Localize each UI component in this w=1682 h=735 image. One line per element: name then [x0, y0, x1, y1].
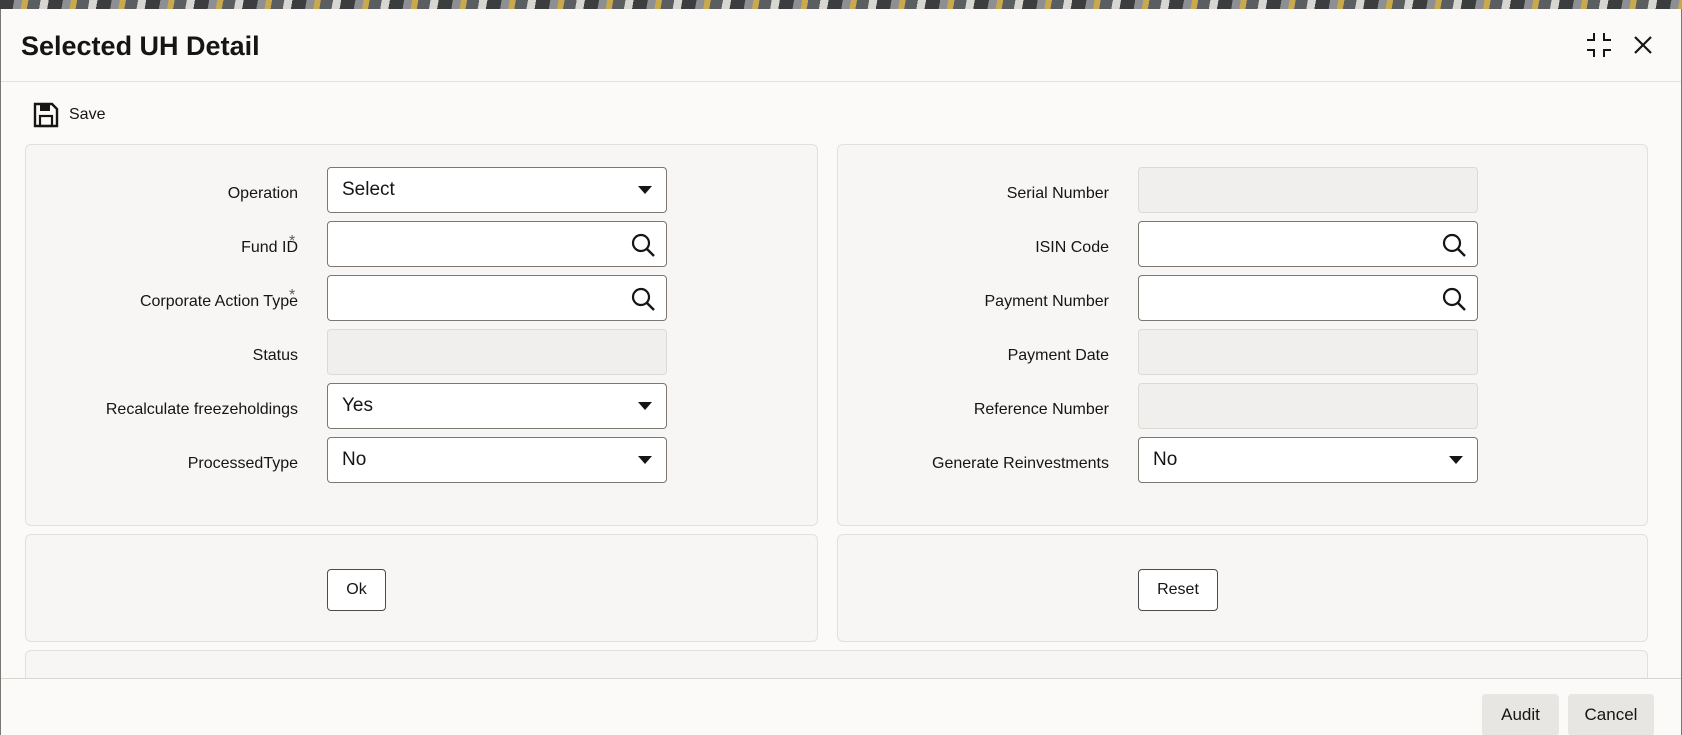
processed-type-label: ProcessedType	[187, 455, 298, 472]
serial-number-field	[1138, 167, 1478, 213]
search-icon[interactable]	[630, 286, 656, 312]
floppy-disk-icon	[33, 102, 59, 128]
payment-date-field	[1138, 329, 1478, 375]
corporate-action-type-input[interactable]	[327, 275, 667, 321]
close-button[interactable]	[1625, 27, 1661, 63]
operation-select[interactable]: Select	[327, 167, 667, 213]
restore-window-icon	[1587, 33, 1611, 57]
operation-label: Operation	[227, 185, 298, 202]
left-form-panel: Operation Select Fund ID * Corporate Act…	[25, 144, 818, 526]
status-label: Status	[252, 347, 298, 364]
processed-type-value: No	[342, 449, 367, 470]
right-form-panel: Serial Number ISIN Code Payment Number P…	[837, 144, 1648, 526]
isin-code-input[interactable]	[1138, 221, 1478, 267]
page-title: Selected UH Detail	[21, 31, 260, 61]
close-icon	[1634, 36, 1652, 54]
serial-number-label: Serial Number	[1006, 185, 1109, 202]
required-marker: *	[289, 287, 296, 304]
caret-down-icon	[1449, 456, 1463, 464]
save-button[interactable]: Save	[33, 100, 105, 130]
required-marker: *	[289, 233, 296, 250]
corporate-action-type-label: Corporate Action Type	[139, 293, 298, 310]
recalculate-freezeholdings-select[interactable]: Yes	[327, 383, 667, 429]
fund-id-input[interactable]	[327, 221, 667, 267]
operation-value: Select	[342, 179, 395, 200]
dialog-footer: Audit Cancel	[1, 678, 1681, 735]
save-label: Save	[69, 106, 106, 123]
recalculate-freezeholdings-label: Recalculate freezeholdings	[105, 401, 298, 418]
dialog-window: Selected UH Detail Save Operation Select…	[0, 9, 1682, 735]
payment-date-label: Payment Date	[1007, 347, 1109, 364]
search-icon[interactable]	[1441, 286, 1467, 312]
reference-number-label: Reference Number	[973, 401, 1109, 418]
caret-down-icon	[638, 186, 652, 194]
isin-code-label: ISIN Code	[1035, 239, 1109, 256]
processed-type-select[interactable]: No	[327, 437, 667, 483]
caret-down-icon	[638, 402, 652, 410]
maximize-button[interactable]	[1581, 27, 1617, 63]
left-action-panel: Ok	[25, 534, 818, 642]
generate-reinvestments-value: No	[1153, 449, 1178, 470]
title-divider	[1, 81, 1681, 82]
audit-button[interactable]: Audit	[1482, 694, 1559, 735]
generate-reinvestments-select[interactable]: No	[1138, 437, 1478, 483]
caret-down-icon	[638, 456, 652, 464]
search-icon[interactable]	[1441, 232, 1467, 258]
search-icon[interactable]	[630, 232, 656, 258]
cancel-button[interactable]: Cancel	[1568, 694, 1654, 735]
payment-number-label: Payment Number	[984, 293, 1110, 310]
payment-number-input[interactable]	[1138, 275, 1478, 321]
status-field	[327, 329, 667, 375]
ok-button[interactable]: Ok	[327, 569, 386, 611]
recalculate-freezeholdings-value: Yes	[342, 395, 373, 416]
right-action-panel: Reset	[837, 534, 1648, 642]
background-banner	[0, 0, 1682, 9]
reset-button[interactable]: Reset	[1138, 569, 1218, 611]
reference-number-field	[1138, 383, 1478, 429]
generate-reinvestments-label: Generate Reinvestments	[932, 455, 1109, 472]
